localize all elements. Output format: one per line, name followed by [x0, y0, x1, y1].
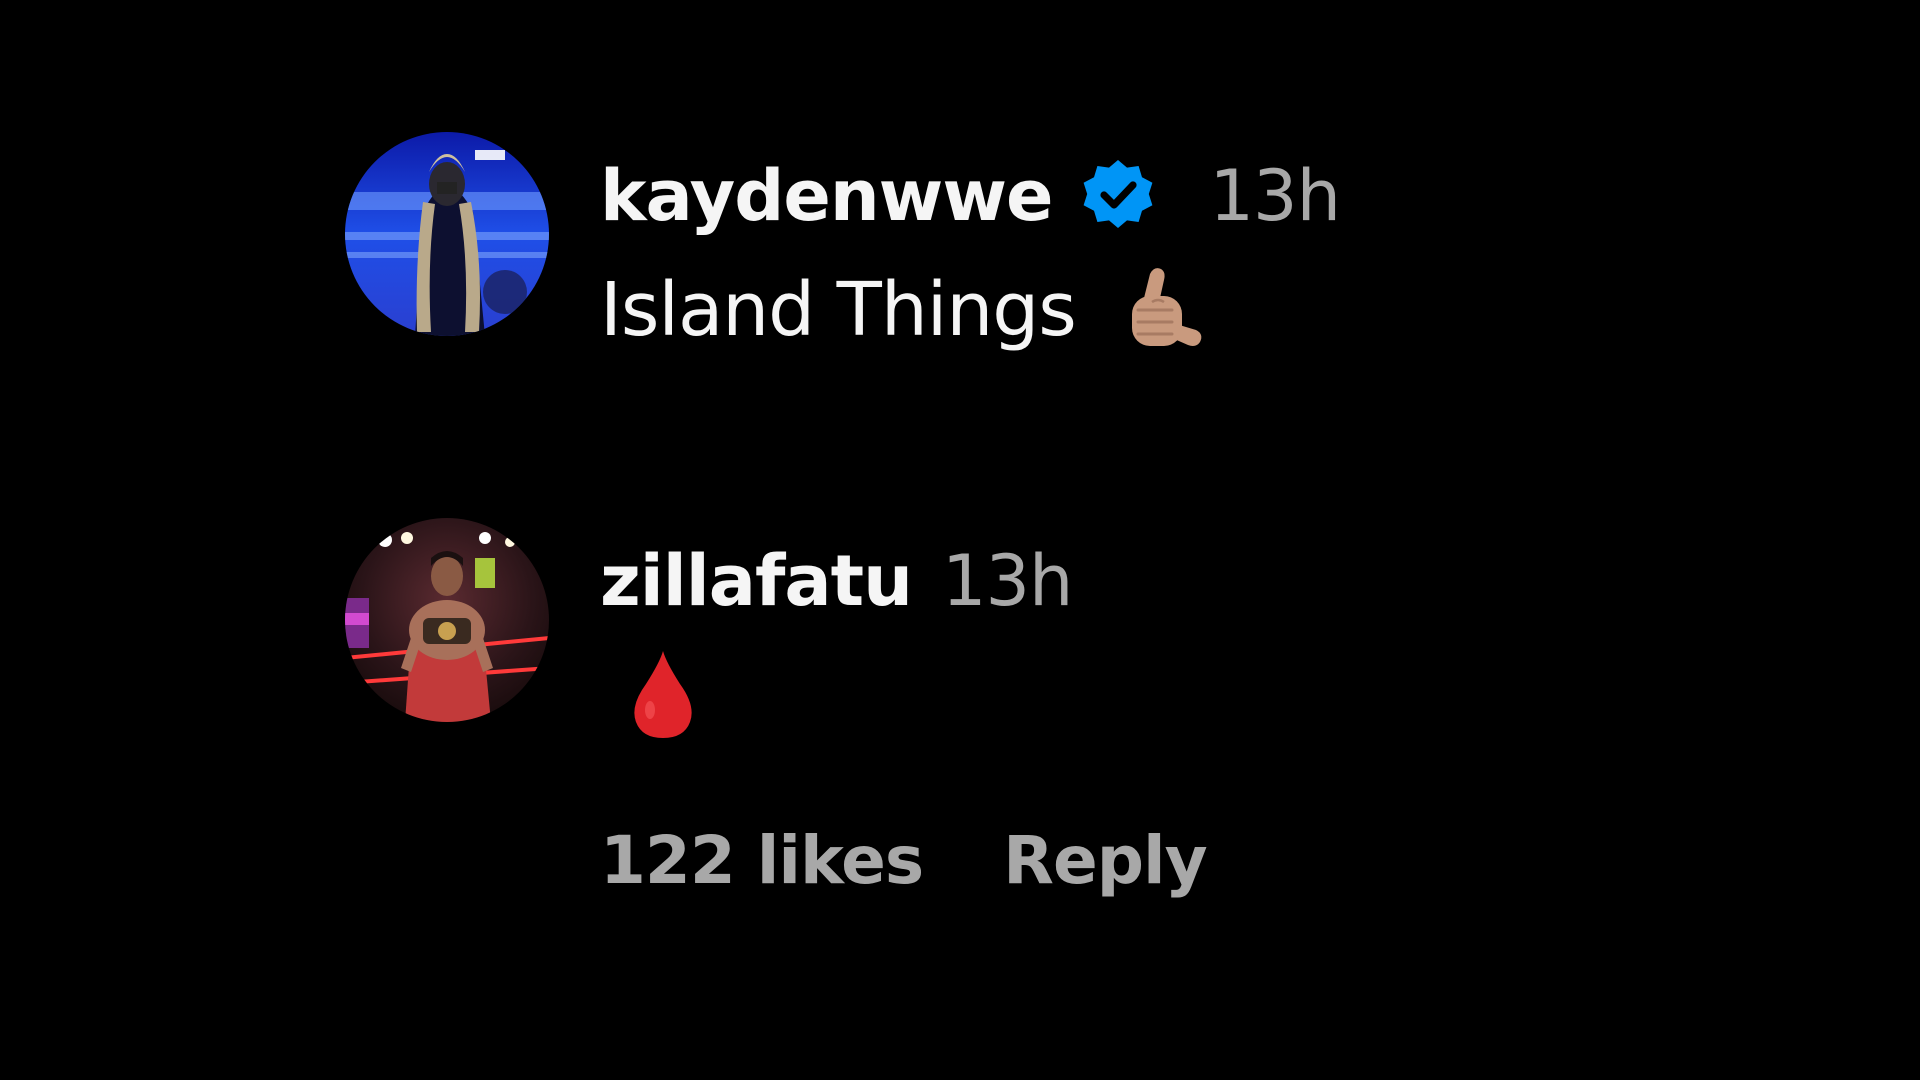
- blood-drop-icon: [628, 648, 698, 740]
- username[interactable]: kaydenwwe: [600, 155, 1053, 237]
- avatar-zillafatu[interactable]: [345, 518, 549, 722]
- comments-panel: kaydenwwe 13h Island Things zillafatu 13…: [0, 0, 1920, 1080]
- reply-button[interactable]: Reply: [1003, 822, 1207, 899]
- username[interactable]: zillafatu: [600, 540, 913, 622]
- comment-header: kaydenwwe 13h: [600, 146, 1341, 246]
- comment-body: Island Things: [600, 255, 1206, 365]
- avatar-kaydenwwe[interactable]: [345, 132, 549, 336]
- verified-badge-icon: [1078, 156, 1158, 236]
- avatar-image: [345, 518, 549, 722]
- comment-header: zillafatu 13h: [600, 531, 1073, 631]
- comment-text: Island Things: [600, 267, 1077, 353]
- comment-time: 13h: [941, 540, 1073, 622]
- call-me-hand-icon: [1114, 264, 1206, 356]
- likes-count[interactable]: 122 likes: [600, 822, 924, 899]
- comment-actions: 122 likes Reply: [600, 815, 1208, 905]
- avatar-image: [345, 132, 549, 336]
- comment-time: 13h: [1209, 155, 1341, 237]
